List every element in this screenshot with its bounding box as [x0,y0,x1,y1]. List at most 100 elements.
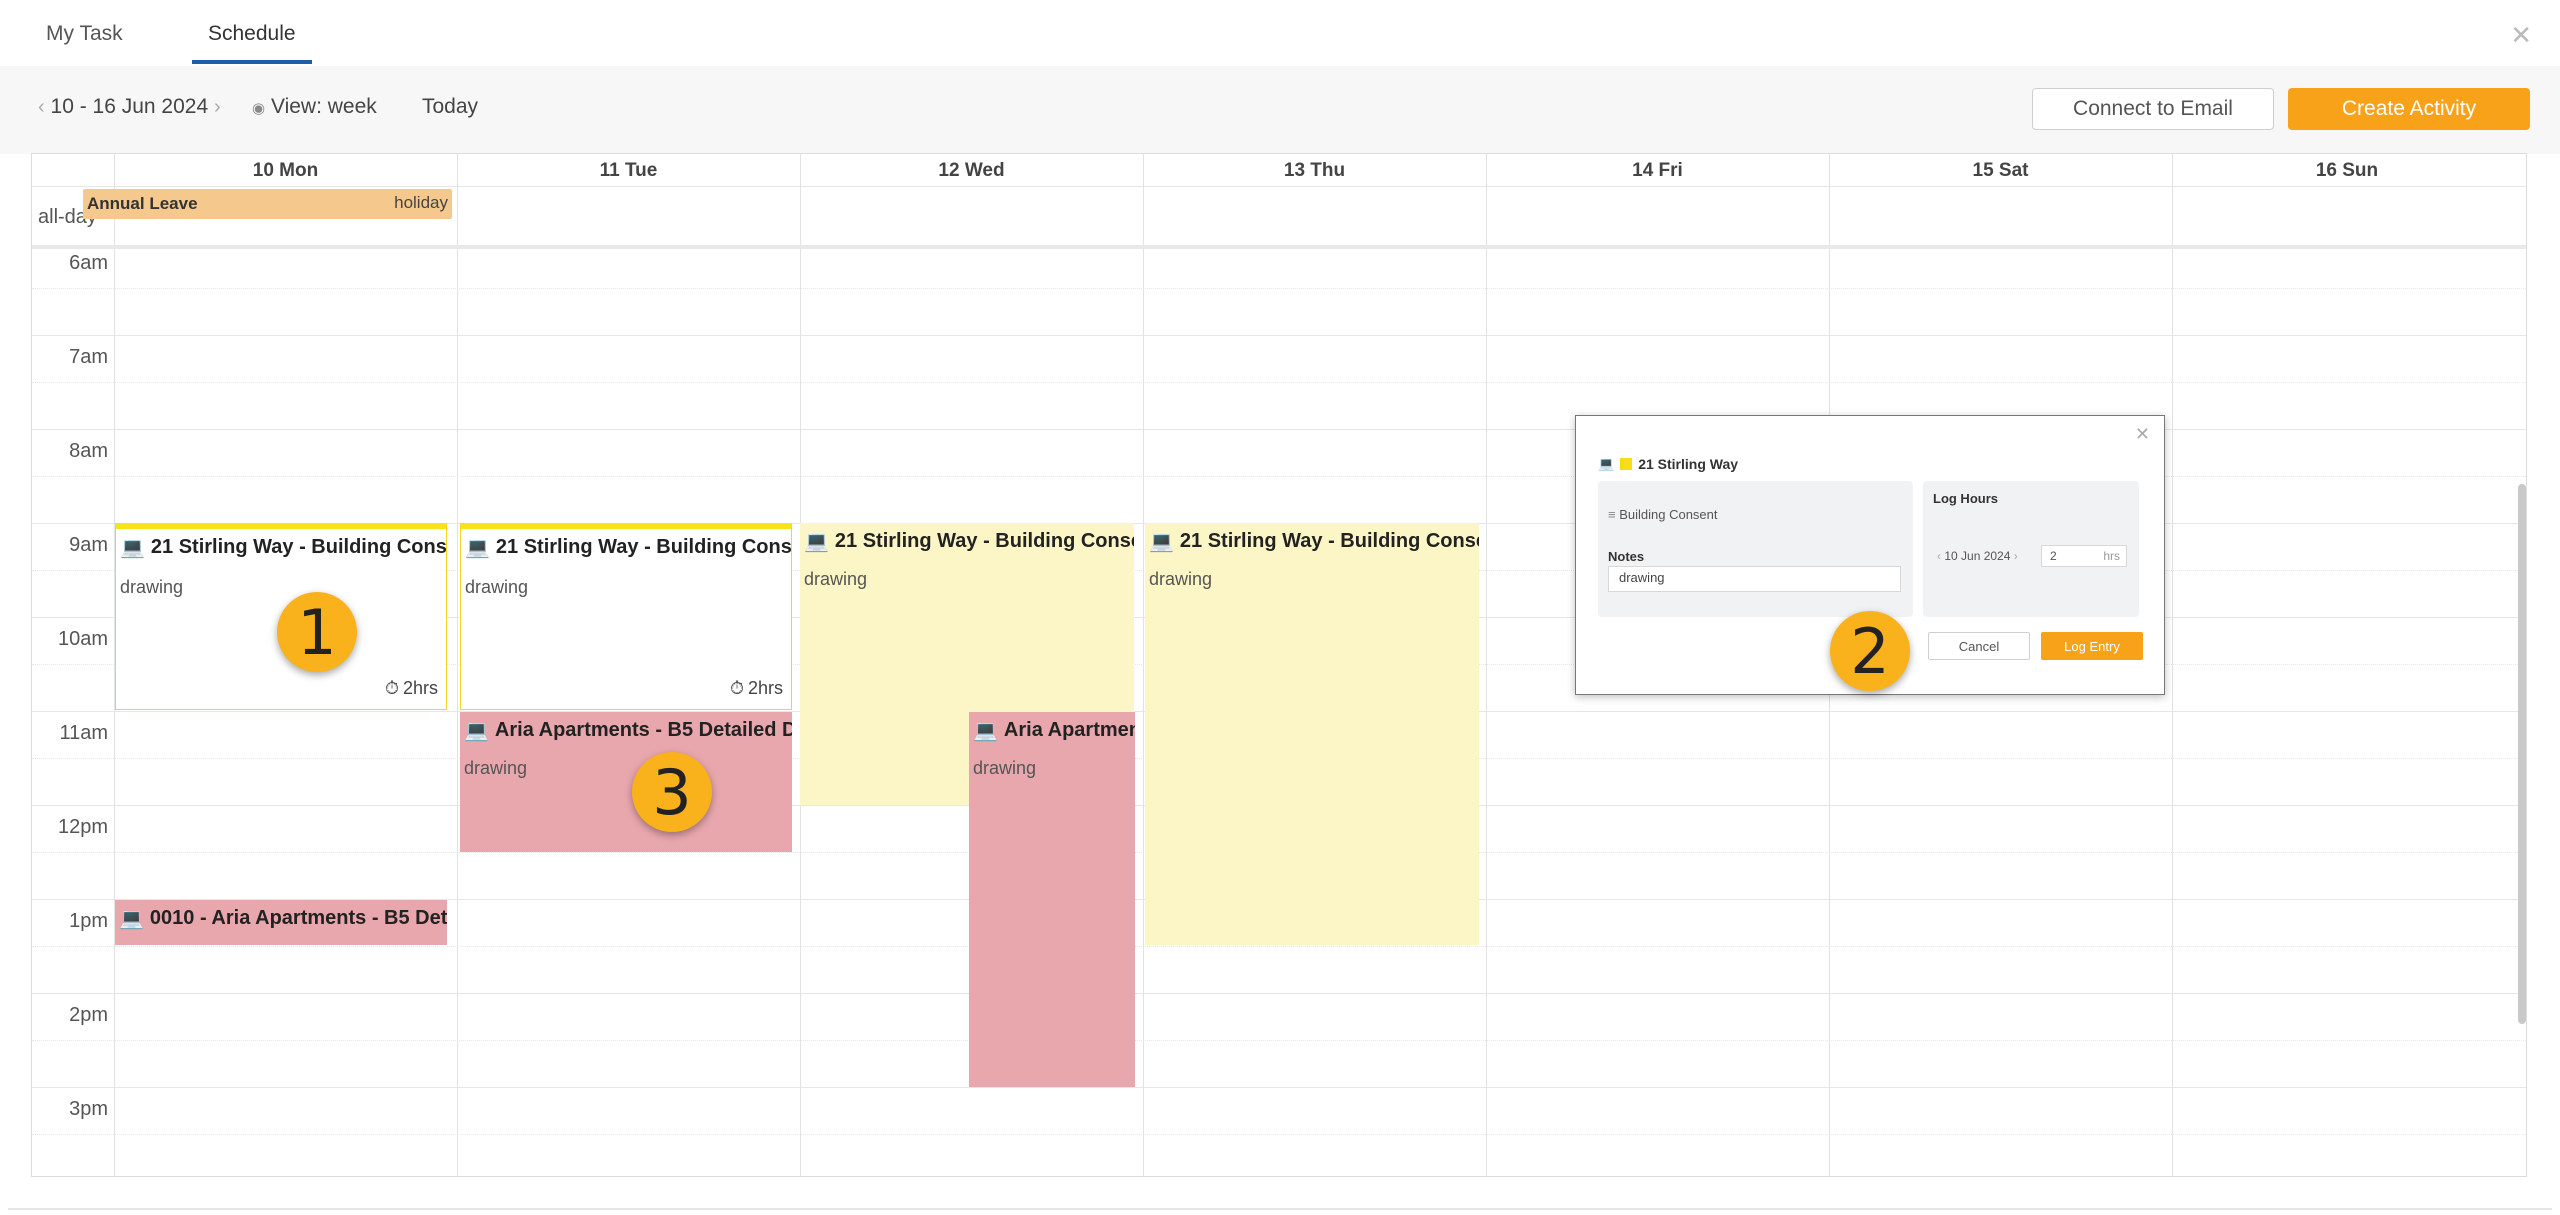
date-range-nav[interactable]: ‹ 10 - 16 Jun 2024 › [38,95,221,119]
day-header-thu: 13 Thu [1283,160,1346,181]
view-selector[interactable]: ◉ View: week [252,95,377,119]
grid-line [1486,154,1487,1176]
chevron-left-icon[interactable]: ‹ [38,96,45,118]
day-header-wed: 12 Wed [938,160,1005,181]
laptop-icon: 💻 [1598,456,1615,471]
hours-value: 2 [2050,549,2057,563]
date-range-label: 10 - 16 Jun 2024 [50,95,209,118]
chevron-right-icon[interactable]: › [214,96,221,118]
eye-icon: ◉ [252,100,266,117]
notes-field[interactable]: drawing [1608,566,1901,592]
hours-unit: hrs [2103,549,2120,563]
active-tab-indicator [192,60,312,64]
category-label: Building Consent [1619,507,1718,522]
event-title: 0010 - Aria Apartments - B5 Detailed Des… [149,907,447,929]
grid-line [32,186,2526,187]
laptop-icon: 💻 [464,720,489,742]
time-label: 1pm [69,910,108,932]
time-label: 12pm [57,816,108,838]
grid-half-line [32,288,2526,289]
calendar-event[interactable]: 💻Aria Apartments - B5 Detailed Design dr… [460,712,792,852]
time-label: 3pm [69,1098,108,1120]
grid-line [2172,154,2173,1176]
grid-line [32,993,2526,994]
time-label: 2pm [69,1004,108,1026]
day-header-fri: 14 Fri [1632,160,1683,181]
today-button[interactable]: Today [422,95,478,119]
grid-line [32,335,2526,336]
log-entry-button[interactable]: Log Entry [2041,632,2143,660]
event-title-row: 💻 21 Stirling Way - Building Consent [804,529,1134,554]
category-row: ≡ Building Consent [1608,507,1718,522]
day-header-mon: 10 Mon [252,160,319,181]
day-header-tue: 11 Tue [599,160,658,181]
annotation-badge-3: 3 [632,752,712,832]
grid-half-line [32,382,2526,383]
event-duration-value: 2hrs [402,678,438,698]
details-panel: ≡ Building Consent Notes drawing [1598,481,1913,617]
event-duration-value: 2hrs [747,678,783,698]
tab-schedule[interactable]: Schedule [208,22,296,46]
color-swatch [1620,458,1633,470]
annotation-badge-1: 1 [277,592,357,672]
chevron-left-icon[interactable]: ‹ [1937,549,1941,563]
event-title-row: 💻Aria Apartments - B5 Detailed Design [973,718,1135,743]
event-duration: ⏱ 2hrs [730,678,783,699]
bottom-border [8,1208,2552,1210]
allday-separator [32,245,2526,249]
event-subtitle: drawing [464,758,528,778]
event-title: 21 Stirling Way - Building Consent [1179,530,1479,552]
time-label: 7am [69,346,108,368]
event-title-row: 💻Aria Apartments - B5 Detailed Design [464,718,792,743]
calendar-event[interactable]: 💻Aria Apartments - B5 Detailed Design dr… [969,712,1135,1087]
time-label: 11am [59,722,108,744]
time-label: 10am [57,628,108,650]
grid-line [457,154,458,1176]
allday-event-annual-leave[interactable]: Annual Leave holiday [83,189,452,219]
day-header-sun: 16 Sun [2315,160,2379,181]
popup-title-row: 💻 21 Stirling Way [1598,456,1738,472]
event-title: Aria Apartments - B5 Detailed Design [494,719,792,741]
allday-event-title: Annual Leave [87,194,198,213]
annotation-badge-2: 2 [1830,611,1910,691]
event-duration: ⏱ 2hrs [385,678,438,699]
cancel-button[interactable]: Cancel [1928,632,2030,660]
chevron-right-icon[interactable]: › [2014,549,2018,563]
close-icon[interactable]: ✕ [2135,424,2150,445]
event-title-row: 💻0010 - Aria Apartments - B5 Detailed De… [119,906,447,931]
hours-input[interactable]: 2 hrs [2041,545,2127,567]
laptop-icon: 💻 [973,720,998,742]
event-subtitle: drawing [973,758,1037,778]
notes-label: Notes [1608,549,1645,564]
event-title-row: 💻 21 Stirling Way - Building Consent [120,535,447,560]
connect-to-email-button[interactable]: Connect to Email [2032,88,2274,130]
log-date: 10 Jun 2024 [1944,549,2011,563]
event-subtitle: drawing [465,577,529,597]
laptop-icon: 💻 [1149,531,1174,553]
event-title: 21 Stirling Way - Building Consent [834,530,1134,552]
event-title: Aria Apartments - B5 Detailed Design [1003,719,1135,741]
grid-half-line [32,946,2526,947]
grid-line [1143,154,1144,1176]
event-title-row: 💻 21 Stirling Way - Building Consent [1149,529,1479,554]
close-icon[interactable]: ✕ [2510,20,2532,51]
log-hours-label: Log Hours [1933,491,1998,506]
laptop-icon: 💻 [120,537,145,559]
time-label: 9am [69,534,108,556]
create-activity-button[interactable]: Create Activity [2288,88,2530,130]
calendar-event[interactable]: 💻 21 Stirling Way - Building Consent draw… [460,523,792,710]
log-date-nav[interactable]: ‹ 10 Jun 2024 › [1937,549,2018,563]
tab-my-task[interactable]: My Task [46,22,123,46]
calendar-event[interactable]: 💻0010 - Aria Apartments - B5 Detailed De… [115,900,447,945]
popup-title: 21 Stirling Way [1638,456,1739,472]
grid-half-line [32,1134,2526,1135]
laptop-icon: 💻 [465,537,490,559]
event-title: 21 Stirling Way - Building Consent [495,536,792,558]
time-label: 6am [69,252,108,274]
calendar-scrollbar[interactable] [2518,484,2526,1024]
calendar-event[interactable]: 💻 21 Stirling Way - Building Consent draw… [1145,523,1479,945]
event-title: 21 Stirling Way - Building Consent [150,536,447,558]
log-hours-panel: Log Hours ‹ 10 Jun 2024 › 2 hrs [1923,481,2139,617]
day-header-sat: 15 Sat [1972,160,2029,181]
grid-half-line [32,1040,2526,1041]
